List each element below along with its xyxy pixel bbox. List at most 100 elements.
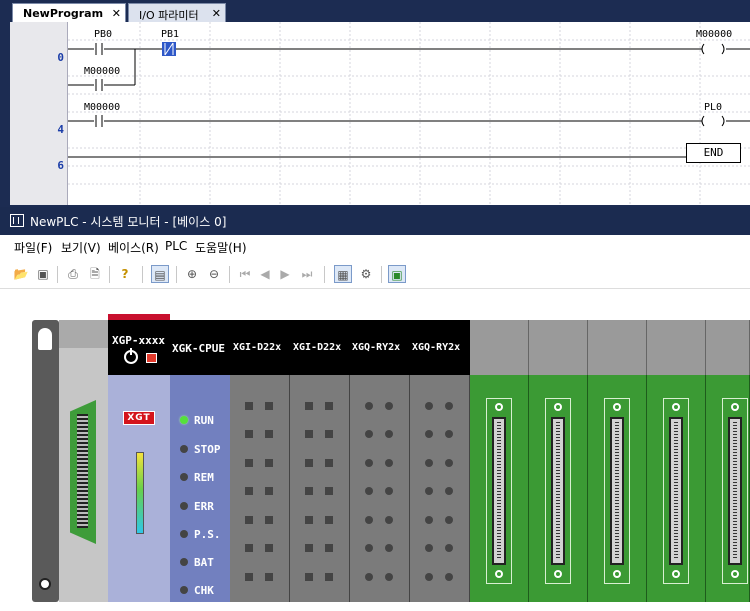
io-led-icon	[325, 402, 333, 410]
empty-slot-header	[647, 320, 706, 375]
io-led-icon	[385, 459, 393, 467]
io-led-icon	[325, 544, 333, 552]
io-led-icon	[245, 402, 253, 410]
coil-m00000-label[interactable]: M00000	[696, 29, 732, 40]
prev-icon[interactable]: ◀	[256, 265, 274, 283]
io-led-icon	[445, 402, 453, 410]
menu-help[interactable]: 도움말(H)	[195, 239, 247, 256]
status-chk: CHK	[180, 584, 214, 597]
led-icon	[180, 586, 188, 594]
end-instruction[interactable]: END	[686, 143, 741, 163]
io-led-icon	[365, 544, 373, 552]
status-rem: REM	[180, 471, 214, 484]
contact-pb1-label[interactable]: PB1	[161, 29, 179, 40]
run-led-icon	[180, 416, 188, 424]
io-module-slot-0[interactable]	[230, 375, 290, 602]
io-led-icon	[425, 430, 433, 438]
io-led-icon	[305, 402, 313, 410]
status-ps: P.S.	[180, 528, 221, 541]
zoom-out-icon[interactable]: ⊖	[205, 265, 223, 283]
io-led-icon	[305, 516, 313, 524]
zoom-in-icon[interactable]: ⊕	[183, 265, 201, 283]
mount-hole-icon	[39, 578, 51, 590]
io-led-icon	[325, 430, 333, 438]
io-led-icon	[265, 573, 273, 581]
system-icon[interactable]: ▣	[388, 265, 406, 283]
first-icon[interactable]: ⏮	[236, 265, 254, 283]
mount-hole-icon	[38, 328, 52, 350]
base-icon[interactable]: ▦	[334, 265, 352, 283]
led-icon	[180, 530, 188, 538]
io-led-icon	[445, 487, 453, 495]
menu-view[interactable]: 보기(V)	[61, 239, 101, 256]
empty-slot-header	[588, 320, 647, 375]
tab-io-parameter[interactable]: I/O 파라미터 ✕	[128, 3, 226, 22]
module-info-icon[interactable]: ⚙	[357, 265, 375, 283]
open-icon[interactable]: 📂	[12, 265, 30, 283]
io-module-name: XGQ-RY2x	[412, 342, 461, 353]
last-icon[interactable]: ⏭	[298, 265, 316, 283]
monitor-icon[interactable]: ▤	[151, 265, 169, 283]
io-led-icon	[385, 544, 393, 552]
print-preview-icon[interactable]: 🗎	[86, 265, 104, 283]
io-led-icon	[425, 459, 433, 467]
io-led-icon	[385, 516, 393, 524]
screw-icon	[495, 570, 503, 578]
io-led-icon	[305, 487, 313, 495]
io-led-icon	[325, 573, 333, 581]
io-module-name: XGQ-RY2x	[352, 342, 401, 353]
screw-icon	[554, 403, 562, 411]
tab-newprogram[interactable]: NewProgram ✕	[12, 3, 126, 22]
io-led-icon	[425, 516, 433, 524]
menu-base[interactable]: 베이스(R)	[108, 239, 159, 256]
contact-m00000-seal-label[interactable]: M00000	[84, 66, 120, 77]
io-led-icon	[265, 487, 273, 495]
contact-pb0-label[interactable]: PB0	[94, 29, 112, 40]
coil-pl0-label[interactable]: PL0	[704, 102, 722, 113]
screw-icon	[731, 570, 739, 578]
io-led-icon	[305, 544, 313, 552]
io-module-slot-1[interactable]	[290, 375, 350, 602]
menu-file[interactable]: 파일(F)	[14, 239, 52, 256]
close-icon[interactable]: ✕	[212, 7, 221, 20]
io-led-icon	[385, 573, 393, 581]
io-module-slot-3[interactable]	[410, 375, 470, 602]
title-bar[interactable]: NewPLC - 시스템 모니터 - [베이스 0]	[0, 207, 750, 235]
io-led-icon	[365, 402, 373, 410]
slot-connector-icon	[610, 417, 624, 565]
io-led-icon	[305, 573, 313, 581]
io-led-icon	[365, 430, 373, 438]
io-led-icon	[365, 459, 373, 467]
screw-icon	[613, 403, 621, 411]
screw-icon	[672, 403, 680, 411]
status-run: RUN	[180, 414, 214, 427]
tab-label: I/O 파라미터	[139, 9, 199, 22]
io-led-icon	[445, 516, 453, 524]
io-led-icon	[445, 573, 453, 581]
slot-connector-icon	[728, 417, 742, 565]
io-led-icon	[445, 459, 453, 467]
close-icon[interactable]: ✕	[112, 7, 121, 20]
io-led-icon	[445, 430, 453, 438]
io-led-icon	[425, 402, 433, 410]
screw-icon	[613, 570, 621, 578]
io-led-icon	[265, 544, 273, 552]
cpu-module-header[interactable]	[108, 320, 170, 375]
screw-icon	[672, 570, 680, 578]
slot-connector-icon	[551, 417, 565, 565]
led-icon	[180, 502, 188, 510]
io-module-slot-2[interactable]	[350, 375, 410, 602]
io-led-icon	[245, 573, 253, 581]
contact-m00000-label[interactable]: M00000	[84, 102, 120, 113]
print-icon[interactable]: ⎙	[64, 265, 82, 283]
xgt-logo: XGT	[123, 411, 155, 425]
power-connector-icon	[70, 400, 96, 544]
empty-slot-header	[529, 320, 588, 375]
editor-tab-strip: NewProgram ✕ I/O 파라미터 ✕	[0, 0, 750, 22]
menu-plc[interactable]: PLC	[165, 239, 187, 253]
rack-mount-rail	[32, 320, 59, 602]
help-icon[interactable]: ?	[116, 265, 134, 283]
next-icon[interactable]: ▶	[276, 265, 294, 283]
save-icon[interactable]: ▣	[34, 265, 52, 283]
ladder-canvas[interactable]: 0 4 6 PB0 PB1 M00000 M00000 M00000 PL0 E…	[10, 22, 750, 205]
